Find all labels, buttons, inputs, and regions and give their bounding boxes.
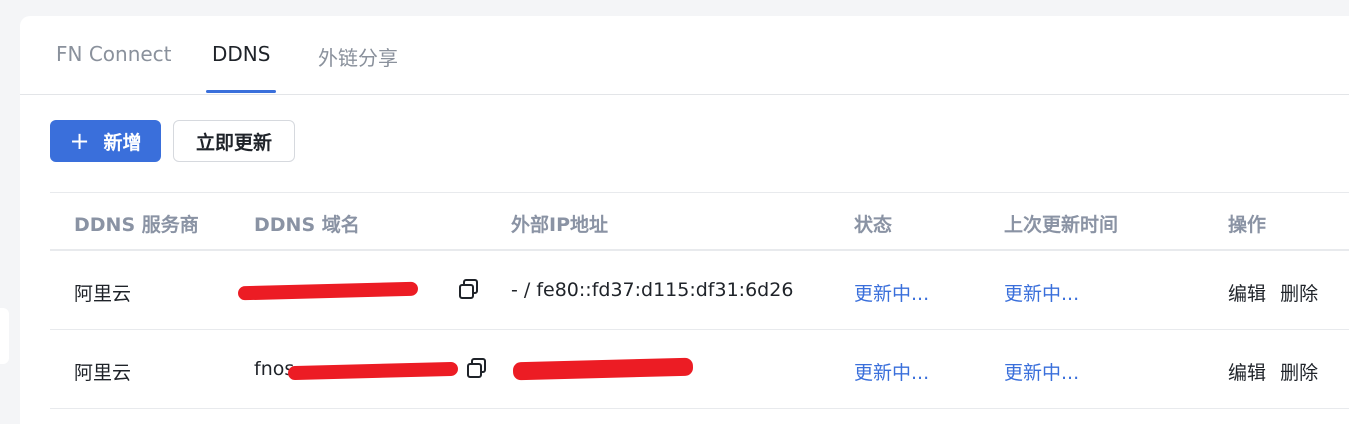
ddns-panel: FN Connect DDNS 外链分享 + 新增 立即更新 DDNS 服务商 … bbox=[20, 16, 1349, 424]
delete-button[interactable]: 删除 bbox=[1280, 362, 1318, 384]
copy-icon[interactable] bbox=[465, 356, 489, 380]
edit-button[interactable]: 编辑 bbox=[1228, 362, 1266, 384]
provider-cell: 阿里云 bbox=[74, 283, 132, 305]
tab-ddns[interactable]: DDNS bbox=[212, 42, 270, 66]
table-row: 阿里云 fnos 更新中... 更新中... 编辑 删除 bbox=[50, 330, 1349, 409]
tab-fn-connect[interactable]: FN Connect bbox=[56, 42, 172, 66]
column-provider: DDNS 服务商 bbox=[74, 214, 199, 236]
status-cell: 更新中... bbox=[854, 362, 930, 384]
external-ip-cell: - / fe80::fd37:d115:df31:6d26 bbox=[511, 279, 794, 301]
side-panel-edge bbox=[0, 308, 9, 364]
redaction-mark bbox=[512, 357, 694, 381]
update-now-button[interactable]: 立即更新 bbox=[173, 120, 295, 162]
add-button[interactable]: + 新增 bbox=[50, 120, 161, 162]
column-domain: DDNS 域名 bbox=[254, 214, 360, 236]
active-tab-indicator bbox=[206, 90, 276, 93]
last-update-cell: 更新中... bbox=[1004, 362, 1080, 384]
column-actions: 操作 bbox=[1228, 214, 1267, 236]
table-header: DDNS 服务商 DDNS 域名 外部IP地址 状态 上次更新时间 操作 bbox=[50, 192, 1349, 251]
last-update-cell: 更新中... bbox=[1004, 283, 1080, 305]
edit-button[interactable]: 编辑 bbox=[1228, 283, 1266, 305]
column-status: 状态 bbox=[854, 214, 893, 236]
provider-cell: 阿里云 bbox=[74, 362, 132, 384]
redaction-mark bbox=[287, 361, 459, 381]
table-row: 阿里云 fnos - / fe80::fd37:d115:df31:6d26 更… bbox=[50, 251, 1349, 330]
actions-cell: 编辑 删除 bbox=[1228, 358, 1318, 385]
delete-button[interactable]: 删除 bbox=[1280, 283, 1318, 305]
tab-share-links[interactable]: 外链分享 bbox=[318, 42, 398, 71]
status-cell: 更新中... bbox=[854, 283, 930, 305]
copy-icon[interactable] bbox=[457, 277, 481, 301]
actions-cell: 编辑 删除 bbox=[1228, 279, 1318, 306]
column-external-ip: 外部IP地址 bbox=[511, 214, 608, 236]
ddns-table: DDNS 服务商 DDNS 域名 外部IP地址 状态 上次更新时间 操作 阿里云… bbox=[50, 192, 1349, 409]
column-last-update: 上次更新时间 bbox=[1004, 214, 1119, 236]
update-now-label: 立即更新 bbox=[195, 131, 272, 154]
tab-bar: FN Connect DDNS 外链分享 bbox=[20, 16, 1349, 95]
add-button-label: 新增 bbox=[103, 131, 142, 154]
plus-icon: + bbox=[69, 127, 90, 155]
